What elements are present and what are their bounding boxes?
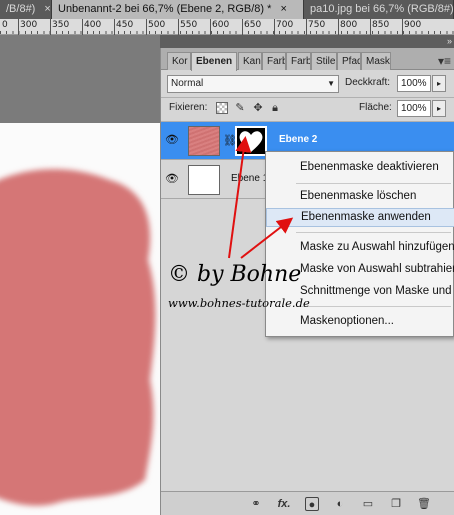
lock-all-icon[interactable]: 🔒︎ [269, 102, 281, 114]
ruler-tick [402, 19, 403, 35]
document-tab-1[interactable]: /B/8#) × [0, 0, 52, 19]
ruler-tick [178, 19, 179, 35]
layer-name[interactable]: Ebene 1 [231, 173, 268, 184]
menu-separator [296, 306, 451, 307]
ruler-tick [50, 19, 51, 35]
collapse-icon[interactable]: » [447, 36, 452, 46]
document-tab-bar: /B/8#) × Unbenannt-2 bei 66,7% (Ebene 2,… [0, 0, 454, 19]
fill-label: Fläche: [359, 102, 392, 113]
blend-mode-value: Normal [171, 78, 204, 89]
ruler-tick [146, 19, 147, 35]
eye-icon[interactable]: 👁︎ [165, 173, 179, 185]
ruler-number: 400 [84, 20, 102, 30]
trash-icon[interactable]: 🗑︎ [417, 497, 431, 511]
menu-separator [296, 232, 451, 233]
layer-mask-thumbnail[interactable] [235, 126, 267, 156]
ruler-number: 800 [340, 20, 358, 30]
tab-ebenen[interactable]: Ebenen [191, 52, 237, 71]
tab-masken[interactable]: Mask [361, 52, 391, 70]
panel-divider [161, 97, 454, 98]
ruler-tick [210, 19, 211, 35]
opacity-label: Deckkraft: [345, 77, 391, 88]
close-icon[interactable]: × [44, 0, 50, 19]
ruler-number: 550 [180, 20, 198, 30]
menu-item-apply-mask[interactable]: Ebenenmaske anwenden [266, 208, 454, 227]
ruler-number: 350 [52, 20, 70, 30]
ruler-number: 750 [308, 20, 326, 30]
lock-transparent-icon[interactable] [216, 102, 228, 114]
panel-tab-bar: Kor Ebenen Kan Farb Farb Stile Pfad Mask… [161, 48, 454, 71]
menu-item-deactivate-mask[interactable]: Ebenenmaske deaktivieren [266, 158, 454, 177]
ruler-number: 900 [404, 20, 422, 30]
ruler-number: 650 [244, 20, 262, 30]
watermark-url: www.bohnes-tutorale.de [168, 296, 310, 310]
layer-name[interactable]: Ebene 2 [279, 134, 317, 145]
ruler-number: 500 [148, 20, 166, 30]
tab-pfade[interactable]: Pfad [337, 52, 361, 70]
ruler-tick [306, 19, 307, 35]
eye-icon[interactable]: 👁︎ [165, 134, 179, 146]
tab-kanaele[interactable]: Kan [238, 52, 262, 70]
document-tab-label: /B/8#) [6, 3, 36, 15]
ruler-number: 0 [2, 20, 8, 30]
ruler-number: 850 [372, 20, 390, 30]
lock-brush-icon[interactable]: ✎ [234, 102, 246, 114]
menu-item-delete-mask[interactable]: Ebenenmaske löschen [266, 187, 454, 206]
layer-thumbnail[interactable] [188, 126, 220, 156]
document-tab-label: Unbenannt-2 bei 66,7% (Ebene 2, RGB/8) * [58, 3, 272, 15]
document-tab-label: pa10.jpg bei 66,7% (RGB/8#) [310, 3, 454, 15]
tab-stile[interactable]: Stile [311, 52, 337, 70]
lock-move-icon[interactable]: ✥ [252, 102, 264, 114]
ruler-number: 700 [276, 20, 294, 30]
heart-mask-shape [239, 131, 263, 152]
group-icon[interactable]: ▭ [361, 497, 375, 511]
pink-brush-shape [0, 169, 156, 506]
ruler-number: 300 [20, 20, 38, 30]
blend-mode-select[interactable]: Normal ▼ [167, 75, 339, 93]
opacity-slider-button[interactable]: ▸ [432, 75, 446, 92]
ruler-tick [114, 19, 115, 35]
link-icon[interactable]: ⚭ [249, 497, 263, 511]
new-layer-icon[interactable]: ❐ [389, 497, 403, 511]
ruler-number: 600 [212, 20, 230, 30]
ruler-tick [370, 19, 371, 35]
tab-farbfelder[interactable]: Farb [286, 52, 311, 70]
ruler-tick [82, 19, 83, 35]
opacity-input[interactable]: 100% [397, 75, 431, 92]
adjustment-icon[interactable]: ◐ [333, 497, 347, 511]
ruler-number: 450 [116, 20, 134, 30]
chevron-down-icon: ▼ [327, 79, 335, 88]
horizontal-ruler: 0 300 350 400 450 500 550 600 650 700 75… [0, 19, 454, 35]
fx-icon[interactable]: fx. [277, 497, 291, 511]
panel-menu-icon[interactable]: ▾≡ [438, 54, 451, 68]
mask-icon[interactable]: ● [305, 497, 319, 511]
panel-footer: ⚭ fx. ● ◐ ▭ ❐ 🗑︎ [161, 491, 454, 515]
document-tab-2[interactable]: Unbenannt-2 bei 66,7% (Ebene 2, RGB/8) *… [52, 0, 304, 19]
ruler-tick [242, 19, 243, 35]
menu-separator [296, 183, 451, 184]
panel-collapse-bar[interactable]: » [160, 35, 454, 48]
ruler-tick [338, 19, 339, 35]
menu-item-add-mask-to-selection[interactable]: Maske zu Auswahl hinzufügen [266, 238, 454, 257]
ruler-tick [274, 19, 275, 35]
close-icon[interactable]: × [280, 0, 286, 19]
watermark-copyright: © by Bohne [168, 262, 302, 287]
menu-item-mask-options[interactable]: Maskenoptionen... [266, 312, 454, 331]
document-tab-3[interactable]: pa10.jpg bei 66,7% (RGB/8#) [304, 0, 454, 19]
ruler-tick [18, 19, 19, 35]
fill-input[interactable]: 100% [397, 100, 431, 117]
fill-slider-button[interactable]: ▸ [432, 100, 446, 117]
watermark: © by Bohne www.bohnes-tutorale.de [168, 262, 310, 322]
tab-korrekturen[interactable]: Kor [167, 52, 191, 70]
lock-label: Fixieren: [169, 102, 208, 113]
layer-thumbnail[interactable] [188, 165, 220, 195]
tab-farbe[interactable]: Farb [262, 52, 286, 70]
